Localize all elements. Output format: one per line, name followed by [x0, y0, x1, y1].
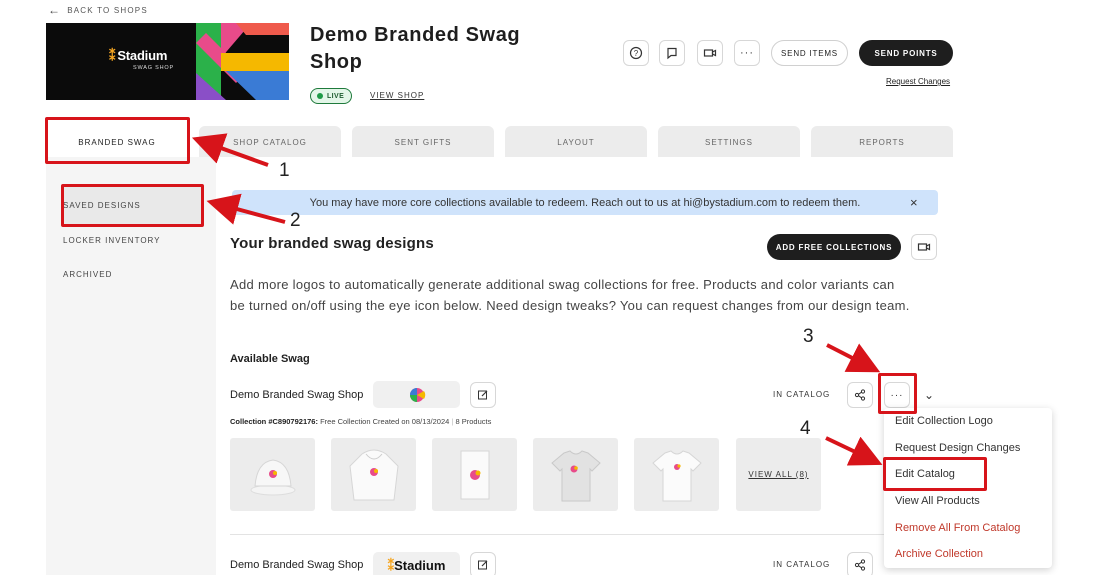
- menu-item-remove-all[interactable]: Remove All From Catalog: [895, 522, 1020, 534]
- info-alert: You may have more core collections avail…: [232, 190, 938, 215]
- live-dot-icon: [317, 93, 323, 99]
- sidebar-item-archived[interactable]: ARCHIVED: [63, 270, 112, 279]
- hoodie-image: [348, 449, 399, 500]
- request-changes-link[interactable]: Request Changes: [886, 77, 950, 86]
- video-icon: [917, 243, 931, 251]
- collection-name-2: Demo Branded Swag Shop: [230, 559, 364, 571]
- edit-icon: [478, 390, 488, 400]
- chevron-down-icon[interactable]: ⌄: [924, 388, 934, 402]
- annotation-box-1: [45, 117, 190, 164]
- tab-sent-gifts[interactable]: SENT GIFTS: [352, 126, 494, 158]
- send-items-button[interactable]: SEND ITEMS: [771, 40, 848, 66]
- tab-shop-catalog[interactable]: SHOP CATALOG: [199, 126, 341, 158]
- tshirt-gray-image: [550, 449, 601, 501]
- annotation-label-2: 2: [290, 210, 301, 231]
- edit-logo-button-2[interactable]: [470, 552, 496, 575]
- annotation-box-3: [878, 373, 917, 414]
- share-icon: [854, 389, 866, 401]
- share-button-2[interactable]: [847, 552, 873, 575]
- annotation-label-3: 3: [803, 326, 814, 347]
- in-catalog-status-2: IN CATALOG: [773, 560, 831, 569]
- notebook-image: [460, 450, 489, 499]
- chat-button[interactable]: [659, 40, 685, 66]
- video-icon: [703, 49, 717, 57]
- brand-shapes-graphic: [196, 23, 289, 100]
- in-catalog-status: IN CATALOG: [773, 390, 831, 399]
- share-button[interactable]: [847, 382, 873, 408]
- tab-layout[interactable]: LAYOUT: [505, 126, 647, 158]
- tab-reports[interactable]: REPORTS: [811, 126, 953, 158]
- collection-logo-2[interactable]: ⁑Stadium: [373, 552, 460, 575]
- arrow-left-icon: ←: [48, 3, 62, 17]
- colorful-logo-icon: [409, 387, 425, 402]
- tab-settings[interactable]: SETTINGS: [658, 126, 800, 158]
- close-icon[interactable]: ×: [910, 195, 918, 210]
- share-icon: [854, 559, 866, 571]
- add-free-collections-button[interactable]: ADD FREE COLLECTIONS: [767, 234, 901, 260]
- info-alert-text: You may have more core collections avail…: [309, 196, 861, 209]
- collection-id: Collection #C890792176:: [230, 417, 318, 426]
- edit-logo-button[interactable]: [470, 382, 496, 408]
- view-shop-link[interactable]: VIEW SHOP: [370, 91, 424, 100]
- product-thumb-cap[interactable]: [230, 438, 315, 511]
- help-icon: ?: [629, 46, 643, 60]
- banner-subtitle: SWAG SHOP: [133, 65, 174, 71]
- back-to-shops-label: BACK TO SHOPS: [67, 5, 148, 15]
- annotation-label-1: 1: [279, 160, 290, 181]
- view-all-link[interactable]: VIEW ALL (8): [748, 470, 808, 479]
- status-badge: LIVE: [310, 88, 353, 104]
- video-button[interactable]: [697, 40, 723, 66]
- menu-item-edit-collection-logo[interactable]: Edit Collection Logo: [895, 415, 993, 427]
- svg-text:?: ?: [634, 49, 639, 58]
- product-thumb-notebook[interactable]: [432, 438, 517, 511]
- chat-icon: [667, 47, 677, 60]
- view-all-tile[interactable]: VIEW ALL (8): [736, 438, 821, 511]
- more-options-button[interactable]: ···: [734, 40, 760, 66]
- cap-image: [250, 458, 295, 495]
- send-points-button[interactable]: SEND POINTS: [859, 40, 953, 66]
- divider: [230, 534, 938, 535]
- help-button[interactable]: ?: [623, 40, 649, 66]
- menu-item-archive-collection[interactable]: Archive Collection: [895, 548, 983, 560]
- collection-count: 8 Products: [455, 417, 492, 426]
- product-thumb-tshirt-gray[interactable]: [533, 438, 618, 511]
- ellipsis-icon: ···: [740, 47, 754, 59]
- video-button-2[interactable]: [911, 234, 937, 260]
- annotation-label-4: 4: [800, 418, 811, 439]
- back-to-shops-link[interactable]: ← BACK TO SHOPS: [48, 3, 148, 17]
- collection-created: Free Collection Created on 08/13/2024: [320, 417, 450, 426]
- description-text: Add more logos to automatically generate…: [230, 277, 910, 313]
- edit-icon: [478, 560, 488, 570]
- section-heading: Your branded swag designs: [230, 235, 434, 252]
- stadium-logo: ⁑Stadium: [387, 557, 446, 573]
- status-badge-label: LIVE: [327, 92, 345, 100]
- annotation-box-2: [61, 184, 204, 227]
- menu-item-request-design-changes[interactable]: Request Design Changes: [895, 442, 1020, 454]
- product-thumb-hoodie[interactable]: [331, 438, 416, 511]
- sidebar-item-locker-inventory[interactable]: LOCKER INVENTORY: [63, 236, 161, 245]
- tshirt-white-image: [651, 449, 702, 501]
- available-swag-label: Available Swag: [230, 353, 310, 365]
- collection-name: Demo Branded Swag Shop: [230, 389, 364, 401]
- page-title: Demo Branded Swag Shop: [310, 24, 521, 73]
- collection-logo[interactable]: [373, 381, 460, 408]
- collection-meta: Collection #C890792176: Free Collection …: [230, 417, 492, 426]
- shop-banner: ⁑ Stadium SWAG SHOP: [46, 23, 289, 100]
- annotation-box-4: [883, 457, 987, 491]
- banner-logo: ⁑ Stadium: [109, 48, 168, 63]
- menu-item-view-all-products[interactable]: View All Products: [895, 495, 980, 507]
- product-thumb-tshirt-white[interactable]: [634, 438, 719, 511]
